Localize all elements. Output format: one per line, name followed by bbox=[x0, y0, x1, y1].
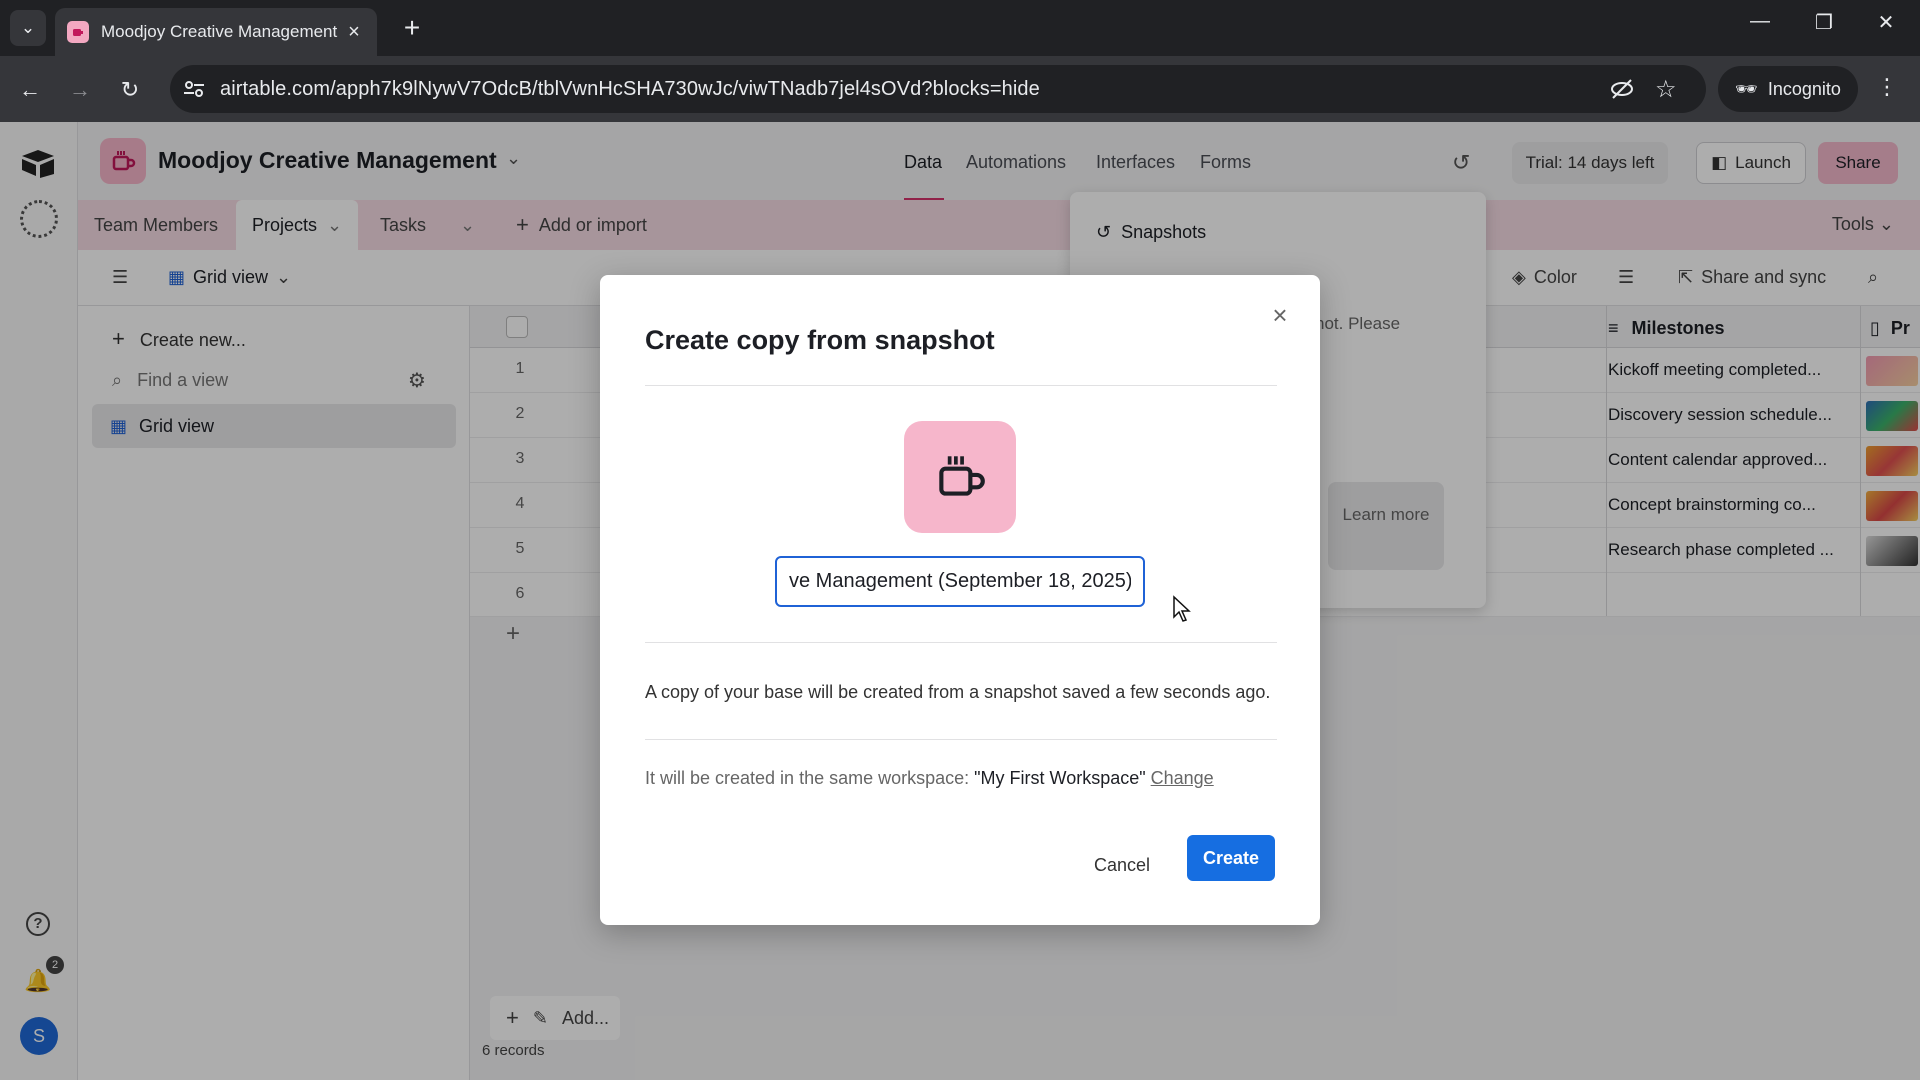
restore-icon[interactable]: ❐ bbox=[1804, 10, 1844, 35]
divider bbox=[645, 739, 1277, 740]
modal-title: Create copy from snapshot bbox=[645, 325, 995, 355]
url-text: airtable.com/apph7k9lNywV7OdcB/tblVwnHcS… bbox=[220, 78, 1040, 100]
tab-search-button[interactable]: ⌄ bbox=[10, 10, 46, 46]
close-tab-icon[interactable]: × bbox=[343, 21, 365, 44]
copy-description: A copy of your base will be created from… bbox=[645, 682, 1271, 702]
browser-menu-icon[interactable]: ⋮ bbox=[1876, 74, 1898, 100]
incognito-badge[interactable]: 🕶 Incognito bbox=[1718, 66, 1858, 112]
close-icon[interactable]: × bbox=[1268, 302, 1292, 328]
workspace-name: "My First Workspace" bbox=[974, 768, 1146, 788]
new-tab-button[interactable]: + bbox=[396, 12, 428, 44]
browser-toolbar: ← → ↻ airtable.com/apph7k9lNywV7OdcB/tbl… bbox=[0, 56, 1920, 122]
browser-tab-bar: ⌄ Moodjoy Creative Management × + — ❐ ✕ bbox=[0, 0, 1920, 56]
workspace-line: It will be created in the same workspace… bbox=[645, 768, 1214, 789]
divider bbox=[645, 642, 1277, 643]
site-settings-icon[interactable] bbox=[182, 77, 206, 101]
airtable-favicon bbox=[67, 21, 89, 43]
base-coffee-icon[interactable] bbox=[904, 421, 1016, 533]
address-bar[interactable]: airtable.com/apph7k9lNywV7OdcB/tblVwnHcS… bbox=[170, 65, 1706, 113]
create-button[interactable]: Create bbox=[1187, 835, 1275, 881]
tab-title: Moodjoy Creative Management bbox=[101, 22, 338, 41]
minimize-icon[interactable]: — bbox=[1740, 10, 1780, 33]
tracking-protection-icon[interactable] bbox=[1610, 77, 1634, 101]
browser-tab[interactable]: Moodjoy Creative Management × bbox=[55, 8, 377, 56]
cancel-button[interactable]: Cancel bbox=[1080, 843, 1164, 887]
bookmark-star-icon[interactable]: ☆ bbox=[1655, 75, 1677, 104]
reload-icon[interactable]: ↻ bbox=[112, 72, 148, 108]
workspace-prefix: It will be created in the same workspace… bbox=[645, 768, 975, 788]
back-icon[interactable]: ← bbox=[12, 72, 48, 108]
mouse-cursor-icon bbox=[1173, 595, 1191, 622]
change-workspace-link[interactable]: Change bbox=[1151, 768, 1214, 788]
divider bbox=[645, 385, 1277, 386]
incognito-label: Incognito bbox=[1767, 78, 1841, 99]
forward-icon[interactable]: → bbox=[62, 72, 98, 108]
close-window-icon[interactable]: ✕ bbox=[1866, 10, 1906, 35]
create-copy-modal: Create copy from snapshot × A copy of yo… bbox=[600, 275, 1320, 925]
incognito-icon: 🕶 bbox=[1735, 78, 1758, 99]
copy-name-input[interactable] bbox=[775, 556, 1145, 607]
